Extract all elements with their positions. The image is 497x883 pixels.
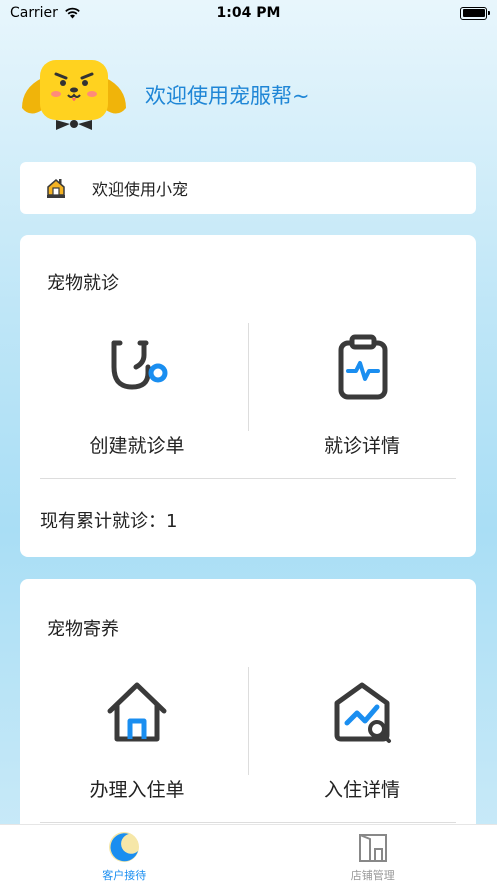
clinic-divider-vertical <box>248 323 249 431</box>
boarding-divider-vertical <box>248 667 249 775</box>
dog-mascot-icon <box>20 58 128 134</box>
check-in-button[interactable]: 办理入住单 <box>72 677 202 802</box>
house-icon <box>47 179 65 198</box>
visit-details-button[interactable]: 就诊详情 <box>297 333 427 458</box>
status-bar: Carrier 1:04 PM <box>0 0 497 26</box>
visit-count-text: 现有累计就诊：1 <box>40 511 178 532</box>
boarding-divider-horizontal <box>40 822 456 823</box>
battery-icon <box>460 6 490 20</box>
clipboard-heartbeat-icon <box>327 333 397 403</box>
home-icon <box>102 677 172 747</box>
tab-store-management[interactable]: 店铺管理 <box>249 825 497 883</box>
tab-customer-reception-label: 客户接待 <box>102 869 147 882</box>
tab-bar: 客户接待 店铺管理 <box>0 824 497 883</box>
moon-icon <box>109 832 140 862</box>
clinic-card: 宠物就诊 创建就诊单 就诊详情 现有累计就诊：1 <box>20 235 476 557</box>
tab-store-management-label: 店铺管理 <box>350 869 395 882</box>
create-visit-label: 创建就诊单 <box>89 435 185 457</box>
tab-customer-reception[interactable]: 客户接待 <box>0 825 249 883</box>
check-in-label: 办理入住单 <box>89 779 185 801</box>
stay-details-label: 入住详情 <box>323 779 400 801</box>
carrier-label: Carrier <box>10 5 58 21</box>
welcome-title: 欢迎使用宠服帮~ <box>145 84 310 108</box>
create-visit-button[interactable]: 创建就诊单 <box>72 333 202 458</box>
visit-details-label: 就诊详情 <box>323 435 400 457</box>
welcome-header: 欢迎使用宠服帮~ <box>20 58 480 134</box>
wifi-icon <box>65 7 80 19</box>
notice-text: 欢迎使用小宠 <box>92 180 189 199</box>
boarding-card: 宠物寄养 办理入住单 入住详情 <box>20 579 476 839</box>
clinic-card-title: 宠物就诊 <box>47 273 119 294</box>
notice-bar[interactable]: 欢迎使用小宠 <box>20 162 476 214</box>
stethoscope-icon <box>102 333 172 403</box>
clinic-divider-horizontal <box>40 478 456 479</box>
stay-details-button[interactable]: 入住详情 <box>297 677 427 802</box>
store-icon <box>358 834 387 862</box>
boarding-card-title: 宠物寄养 <box>47 619 119 640</box>
home-chart-search-icon <box>327 677 397 747</box>
